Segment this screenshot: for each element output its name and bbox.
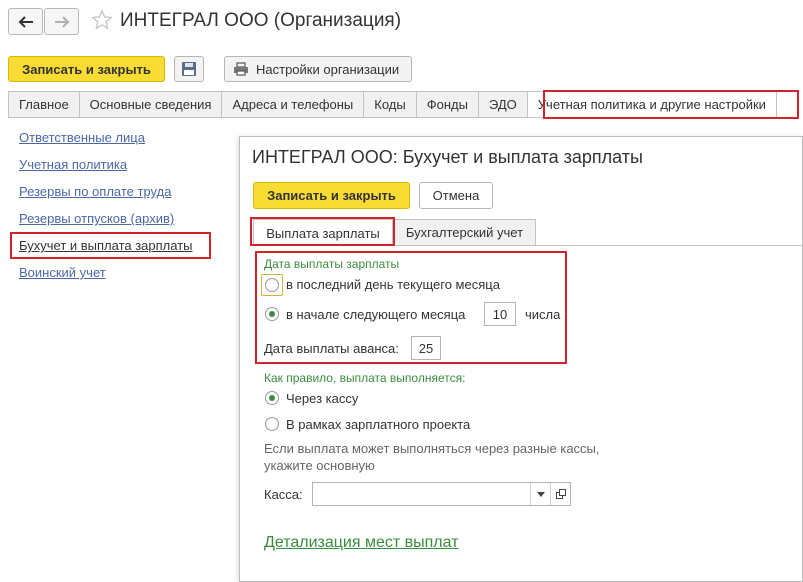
- highlight-accounting-policy-tab: [543, 90, 799, 119]
- sidebar-item-responsible-persons[interactable]: Ответственные лица: [19, 130, 145, 145]
- arrow-left-icon: [18, 15, 33, 28]
- tab-codes[interactable]: Коды: [363, 91, 416, 118]
- payment-places-link[interactable]: Детализация мест выплат: [264, 534, 459, 552]
- arrow-right-icon: [54, 15, 69, 28]
- floppy-disk-icon: [182, 62, 196, 76]
- tab-basic-info[interactable]: Основные сведения: [78, 91, 222, 118]
- tab-edo[interactable]: ЭДО: [477, 91, 527, 118]
- dialog-save-close-button[interactable]: Записать и закрыть: [253, 182, 410, 209]
- sidebar-item-payroll-reserves[interactable]: Резервы по оплате труда: [19, 184, 171, 199]
- method-project-label: В рамках зарплатного проекта: [286, 417, 471, 432]
- open-item-icon[interactable]: [550, 483, 570, 505]
- radio-cash[interactable]: [265, 391, 279, 405]
- sidebar-item-vacation-reserves[interactable]: Резервы отпусков (архив): [19, 211, 174, 226]
- method-header: Как правило, выплата выполняется:: [264, 371, 466, 385]
- method-cash-label: Через кассу: [286, 391, 359, 406]
- organization-settings-button[interactable]: Настройки организации: [224, 56, 412, 82]
- tab-bookkeeping[interactable]: Бухгалтерский учет: [393, 219, 536, 246]
- favorite-star-icon[interactable]: [91, 9, 113, 34]
- hint-line-2: укажите основную: [264, 458, 375, 473]
- organization-settings-label: Настройки организации: [256, 61, 400, 77]
- kassa-select[interactable]: [312, 482, 571, 506]
- save-close-button[interactable]: Записать и закрыть: [8, 56, 165, 82]
- payroll-dialog: ИНТЕГРАЛ ООО: Бухучет и выплата зарплаты…: [239, 136, 803, 582]
- back-button[interactable]: [8, 8, 43, 35]
- sidebar-item-accounting-policy[interactable]: Учетная политика: [19, 157, 127, 172]
- dialog-cancel-button[interactable]: Отмена: [419, 182, 493, 209]
- forward-button[interactable]: [44, 8, 79, 35]
- tab-main[interactable]: Главное: [8, 91, 79, 118]
- kassa-value: [313, 483, 530, 505]
- tab-addresses-phones[interactable]: Адреса и телефоны: [221, 91, 364, 118]
- printer-icon: [234, 62, 248, 76]
- save-button[interactable]: [174, 56, 204, 82]
- tab-funds[interactable]: Фонды: [415, 91, 478, 118]
- dialog-title: ИНТЕГРАЛ ООО: Бухучет и выплата зарплаты: [252, 147, 643, 167]
- kassa-label: Касса:: [264, 487, 303, 502]
- highlight-pay-date-group: [255, 251, 567, 364]
- dropdown-arrow-icon[interactable]: [530, 483, 550, 505]
- highlight-sidebar-item: [10, 232, 211, 259]
- hint-line-1: Если выплата может выполняться через раз…: [264, 441, 600, 456]
- sidebar-item-military-registration[interactable]: Воинский учет: [19, 265, 106, 280]
- page-title: ИНТЕГРАЛ ООО (Организация): [120, 10, 402, 31]
- radio-salary-project[interactable]: [265, 417, 279, 431]
- highlight-payroll-tab: [250, 217, 395, 246]
